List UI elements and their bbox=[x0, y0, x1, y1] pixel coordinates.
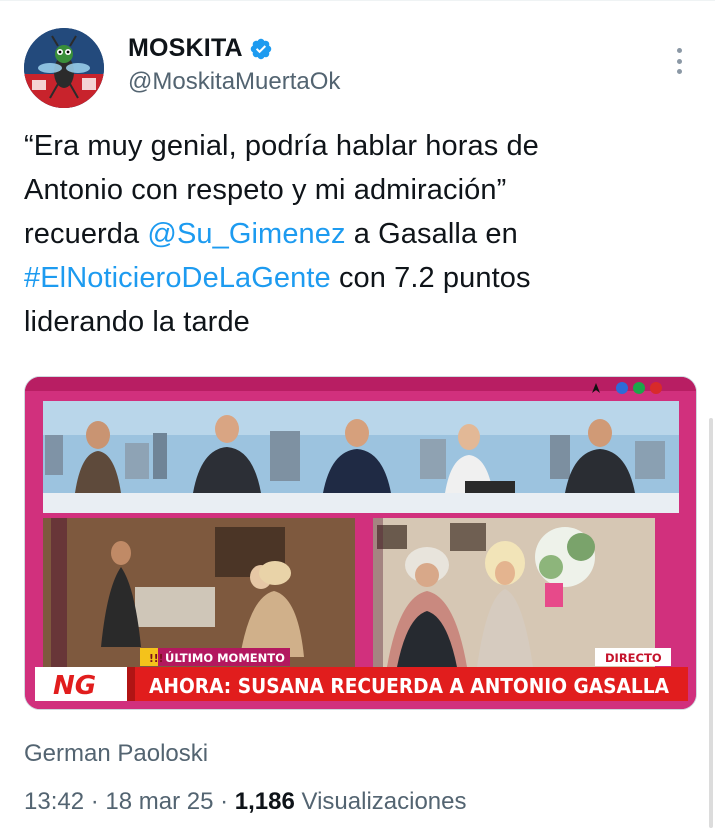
note-author[interactable]: German Paoloski bbox=[24, 740, 208, 768]
headline: AHORA: SUSANA RECUERDA A ANTONIO GASALLA bbox=[149, 674, 669, 698]
live-label: DIRECTO bbox=[605, 651, 662, 665]
tweet-text-fragment: con 7.2 puntos bbox=[330, 262, 531, 294]
separator: · bbox=[213, 788, 235, 815]
tweet-meta: 13:42 · 18 mar 25 · 1,186 Visualizacione… bbox=[24, 788, 467, 816]
views-count[interactable]: 1,186 bbox=[235, 788, 295, 815]
tweet-line: liderando la tarde bbox=[24, 306, 250, 338]
tv-screenshot: !!! ÚLTIMO MOMENTO DIRECTO NG AHORA: SUS… bbox=[25, 377, 696, 709]
tweet-date[interactable]: 18 mar 25 bbox=[105, 788, 213, 815]
verified-badge-icon bbox=[250, 38, 272, 59]
tweet-text-fragment: a Gasalla en bbox=[345, 218, 518, 250]
breaking-mark: !!! bbox=[149, 653, 163, 665]
tweet-line: #ElNoticieroDeLaGente con 7.2 puntos bbox=[24, 256, 684, 300]
tweet-line: “Era muy genial, podría hablar horas de bbox=[24, 130, 539, 162]
tweet-line: Antonio con respeto y mi admiración” bbox=[24, 174, 507, 206]
tweet-time[interactable]: 13:42 bbox=[24, 788, 84, 815]
dot bbox=[676, 58, 682, 64]
scrollbar[interactable] bbox=[709, 418, 713, 828]
tweet-media-image[interactable]: !!! ÚLTIMO MOMENTO DIRECTO NG AHORA: SUS… bbox=[24, 376, 697, 710]
avatar[interactable] bbox=[24, 28, 104, 108]
display-name[interactable]: MOSKITA bbox=[128, 34, 243, 63]
top-divider bbox=[0, 0, 715, 1]
dot bbox=[676, 48, 682, 53]
author-name-row[interactable]: MOSKITA bbox=[128, 34, 273, 63]
breaking-label: ÚLTIMO MOMENTO bbox=[165, 650, 285, 665]
channel-logo: NG bbox=[53, 671, 96, 701]
hashtag-link[interactable]: #ElNoticieroDeLaGente bbox=[24, 262, 331, 294]
views-label[interactable]: Visualizaciones bbox=[295, 788, 467, 815]
dot bbox=[676, 69, 682, 74]
tweet-text: “Era muy genial, podría hablar horas de … bbox=[24, 124, 684, 344]
more-options-icon[interactable] bbox=[668, 46, 690, 76]
mosquito-avatar-icon bbox=[24, 28, 104, 108]
mention-link[interactable]: @Su_Gimenez bbox=[147, 218, 345, 250]
user-handle[interactable]: @MoskitaMuertaOk bbox=[128, 68, 340, 96]
separator: · bbox=[84, 788, 106, 815]
tweet-text-fragment: recuerda bbox=[24, 218, 148, 250]
tweet-line: recuerda @Su_Gimenez a Gasalla en bbox=[24, 212, 684, 256]
